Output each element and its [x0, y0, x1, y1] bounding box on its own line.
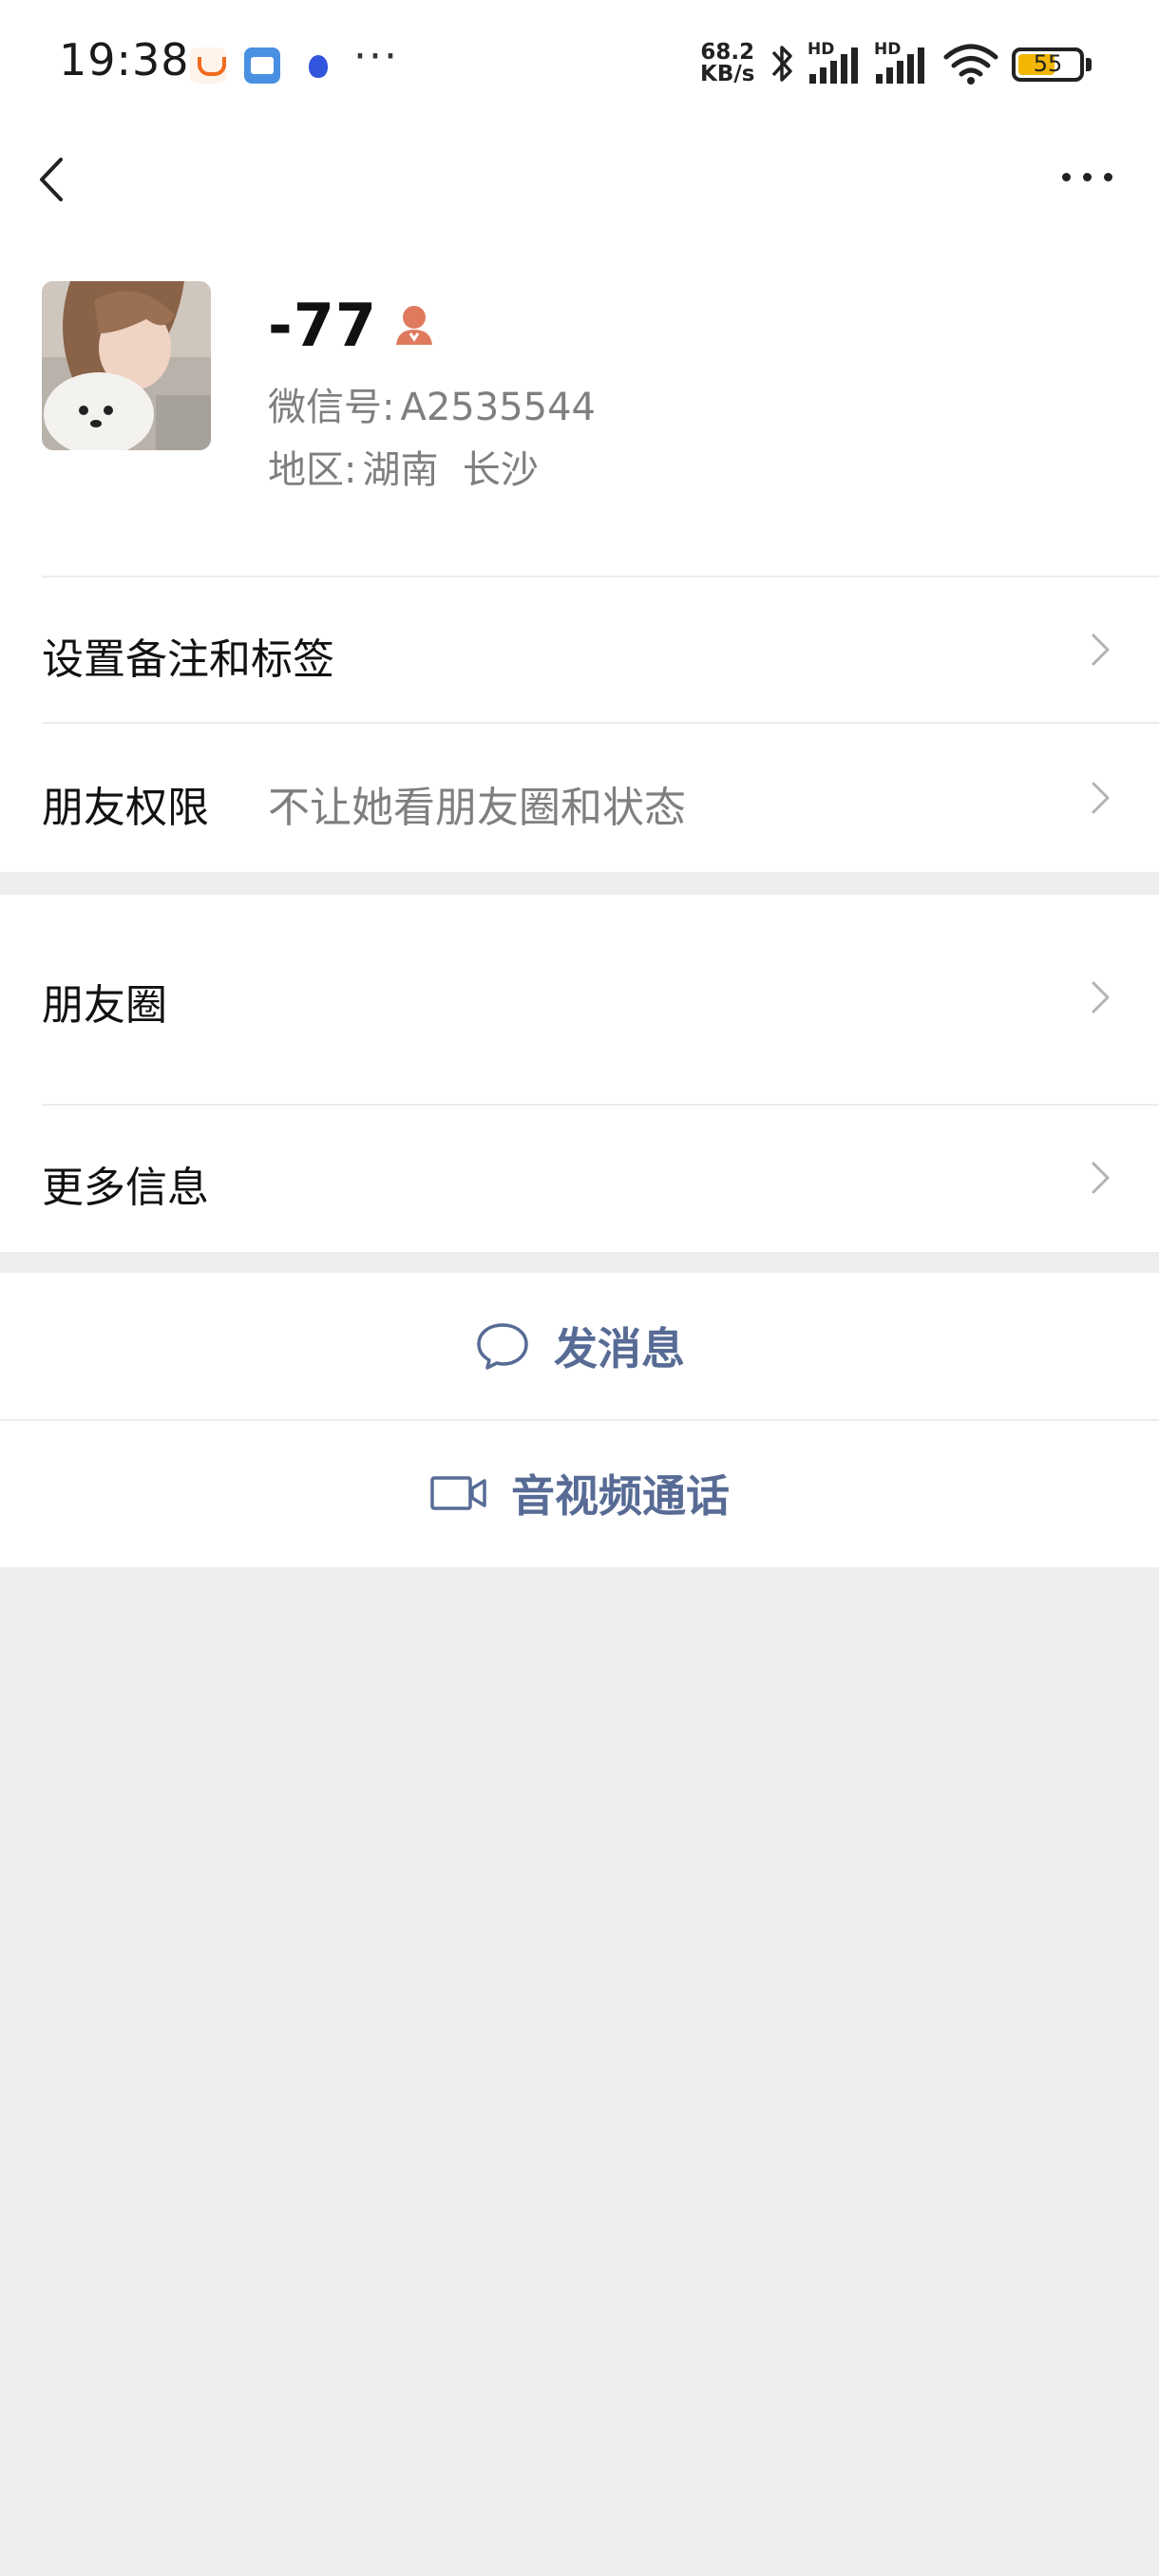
- friend-permission-value: 不让她看朋友圈和状态: [268, 784, 686, 832]
- profile-card: -77 微信号: A2535544 地区: 湖南 长沙: [0, 230, 1159, 576]
- status-time: 19:38: [59, 34, 190, 85]
- send-message-label: 发消息: [554, 1323, 685, 1374]
- female-icon: [396, 306, 433, 345]
- signal-hd-label: HD: [808, 40, 835, 59]
- region-value: 湖南 长沙: [362, 448, 539, 492]
- wechat-id-line: 微信号: A2535544: [268, 376, 596, 431]
- bluetooth-icon: [771, 46, 792, 82]
- more-info-row[interactable]: 更多信息: [0, 1104, 1159, 1252]
- network-speed: 68.2 KB/s: [700, 42, 754, 85]
- wechat-id-label: 微信号:: [268, 386, 395, 429]
- chevron-right-icon: [1092, 981, 1110, 1013]
- chevron-right-icon: [1092, 782, 1110, 814]
- friend-permission-label: 朋友权限: [42, 784, 209, 832]
- divider: [42, 1104, 1159, 1106]
- more-info-label: 更多信息: [42, 1164, 209, 1212]
- wallet-app-icon: [244, 47, 280, 84]
- friend-permission-row[interactable]: 朋友权限 不让她看朋友圈和状态: [0, 722, 1159, 872]
- avatar[interactable]: [42, 281, 211, 450]
- signal-hd-label: HD: [874, 40, 902, 59]
- battery-level: 55: [1033, 50, 1063, 77]
- divider: [42, 576, 1159, 578]
- region-line: 地区: 湖南 长沙: [268, 439, 539, 494]
- chevron-left-icon[interactable]: [28, 146, 86, 213]
- divider: [0, 1419, 1159, 1421]
- navigation-bar: [0, 125, 1159, 230]
- av-call-button[interactable]: 音视频通话: [0, 1419, 1159, 1567]
- network-speed-unit: KB/s: [700, 62, 755, 86]
- wechat-id-value: A2535544: [400, 386, 596, 429]
- more-notifications-icon: ···: [353, 32, 399, 81]
- didi-app-icon: [190, 47, 226, 84]
- remark-tags-row[interactable]: 设置备注和标签: [0, 576, 1159, 722]
- wifi-icon: [943, 44, 998, 85]
- contact-profile-screen: 19:38 ··· 68.2 KB/s HD HD 55 -77 微信号: A2…: [0, 0, 1159, 2576]
- chat-bubble-icon: [477, 1323, 528, 1370]
- name-row: -77: [268, 287, 436, 363]
- chevron-right-icon: [1092, 634, 1110, 666]
- remark-tags-label: 设置备注和标签: [42, 635, 334, 684]
- network-speed-value: 68.2: [700, 40, 755, 65]
- region-label: 地区:: [268, 448, 357, 492]
- send-message-button[interactable]: 发消息: [0, 1273, 1159, 1419]
- battery-icon: 55: [1012, 47, 1092, 82]
- cell-signal-1-icon: HD: [808, 40, 863, 84]
- baidu-app-icon: [300, 47, 336, 84]
- cell-signal-2-icon: HD: [874, 40, 929, 84]
- video-camera-icon: [430, 1476, 486, 1510]
- status-bar: 19:38 ··· 68.2 KB/s HD HD 55: [0, 0, 1159, 125]
- moments-row[interactable]: 朋友圈: [0, 895, 1159, 1104]
- moments-label: 朋友圈: [42, 981, 167, 1030]
- av-call-label: 音视频通话: [511, 1470, 730, 1522]
- more-dots-icon[interactable]: [1054, 163, 1121, 192]
- divider: [42, 722, 1159, 724]
- contact-name: -77: [268, 290, 378, 360]
- chevron-right-icon: [1092, 1162, 1110, 1194]
